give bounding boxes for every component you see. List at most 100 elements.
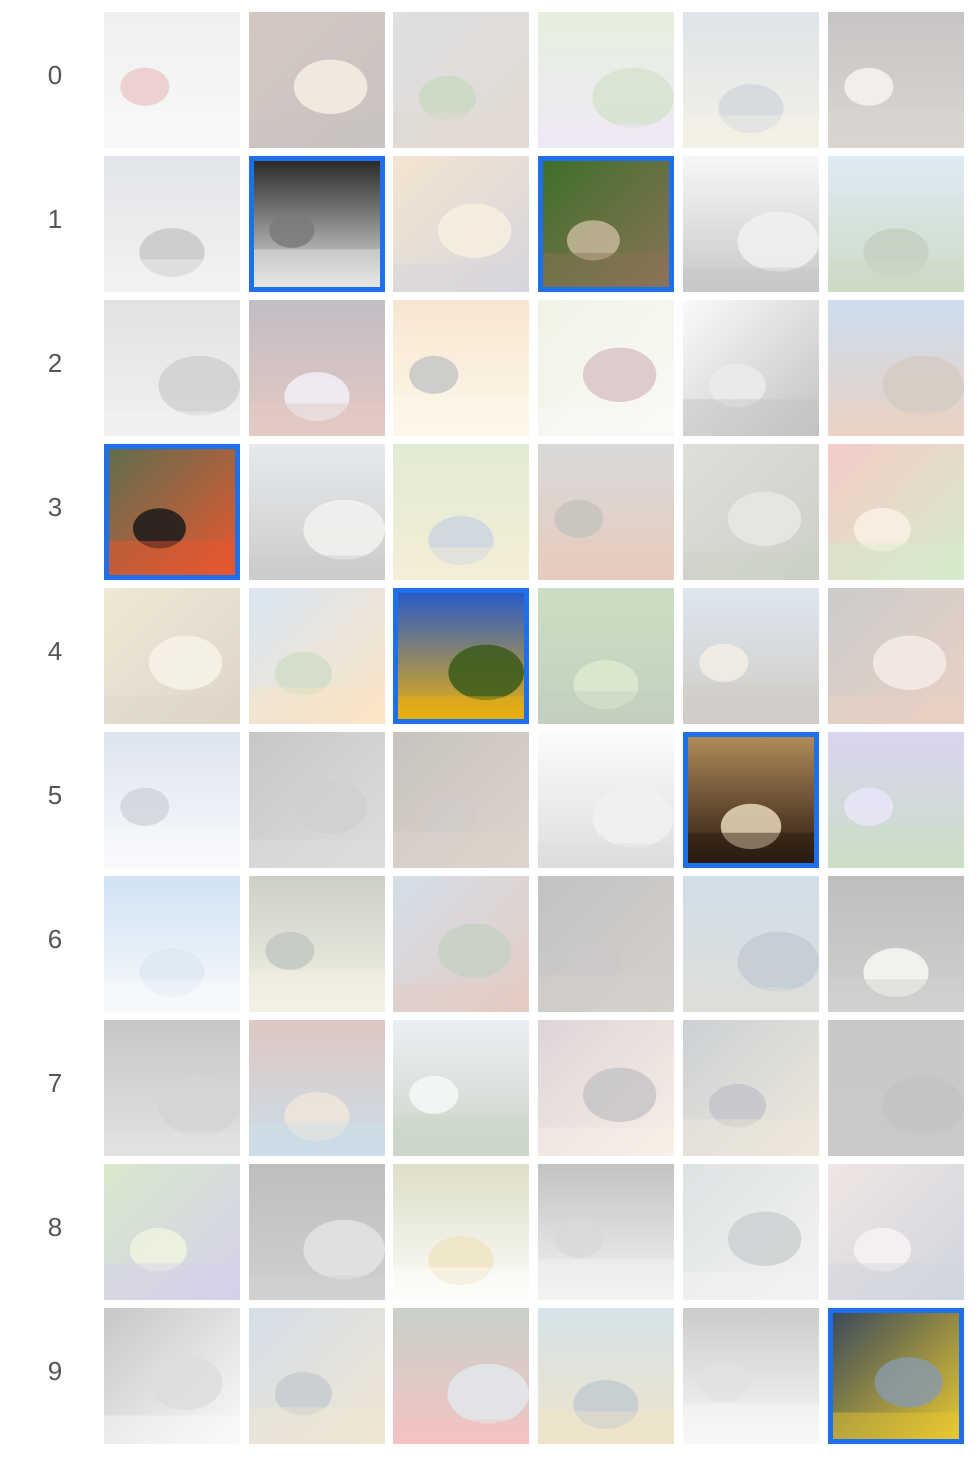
snowy-river-photo[interactable] xyxy=(104,732,240,868)
vines-photo[interactable] xyxy=(683,444,819,580)
photo-thumbnail xyxy=(538,876,674,1012)
brownie-camera-photo[interactable] xyxy=(683,732,819,868)
red-cliff-photo[interactable] xyxy=(828,300,964,436)
photo-thumbnail xyxy=(393,732,529,868)
photo-thumbnail xyxy=(104,300,240,436)
spider-web-photo[interactable] xyxy=(683,12,819,148)
photo-thumbnail xyxy=(683,1308,819,1444)
frozen-tower-photo[interactable] xyxy=(104,876,240,1012)
photo-thumbnail xyxy=(393,156,529,292)
photo-thumbnail xyxy=(538,588,674,724)
photo-thumbnail xyxy=(828,732,964,868)
heron-water-photo[interactable] xyxy=(683,1164,819,1300)
dark-cave-photo[interactable] xyxy=(538,876,674,1012)
stone-hut-photo[interactable] xyxy=(393,12,529,148)
row-label: 1 xyxy=(47,204,63,234)
photo-thumbnail xyxy=(104,732,240,868)
daisy-photo[interactable] xyxy=(393,1164,529,1300)
red-light-trails-photo[interactable] xyxy=(249,12,385,148)
sunflowers-photo[interactable] xyxy=(393,588,529,724)
green-trees-photo[interactable] xyxy=(538,588,674,724)
rock-wall-photo[interactable] xyxy=(393,732,529,868)
photo-thumbnail xyxy=(688,737,814,863)
feather-photo[interactable] xyxy=(538,732,674,868)
cicada-photo[interactable] xyxy=(538,444,674,580)
photo-thumbnail xyxy=(393,1020,529,1156)
red-building-photo[interactable] xyxy=(393,876,529,1012)
viaduct-photo[interactable] xyxy=(104,1020,240,1156)
street-couple-photo[interactable] xyxy=(538,1164,674,1300)
nebula-photo[interactable] xyxy=(249,300,385,436)
beach-huts-photo[interactable] xyxy=(249,1308,385,1444)
photo-thumbnail xyxy=(828,156,964,292)
yoga-pose-photo[interactable] xyxy=(683,156,819,292)
bear-tiger-photo[interactable] xyxy=(104,588,240,724)
glass-dome-photo[interactable] xyxy=(538,1308,674,1444)
city-street-aerial-photo[interactable] xyxy=(828,1308,964,1444)
photo-thumbnail xyxy=(249,1020,385,1156)
glasses-portrait-photo[interactable] xyxy=(683,1308,819,1444)
photo-thumbnail xyxy=(538,300,674,436)
row-label: 4 xyxy=(47,636,63,666)
railing-photo[interactable] xyxy=(683,300,819,436)
flamingo-photo[interactable] xyxy=(104,444,240,580)
old-house-photo[interactable] xyxy=(249,732,385,868)
sunlit-woods-photo[interactable] xyxy=(249,876,385,1012)
pier-photo[interactable] xyxy=(249,444,385,580)
photo-thumbnail xyxy=(828,12,964,148)
foggy-tree-photo[interactable] xyxy=(104,300,240,436)
misty-valley-photo[interactable] xyxy=(393,1020,529,1156)
row-label: 8 xyxy=(47,1212,63,1242)
photo-thumbnail xyxy=(249,444,385,580)
photo-thumbnail xyxy=(393,444,529,580)
photo-thumbnail xyxy=(683,156,819,292)
board-game-photo[interactable] xyxy=(393,444,529,580)
photo-thumbnail xyxy=(833,1313,959,1439)
photo-thumbnail xyxy=(828,444,964,580)
puddle-reflection-photo[interactable] xyxy=(683,1020,819,1156)
car-interior-photo[interactable] xyxy=(249,1164,385,1300)
row-label: 5 xyxy=(47,780,63,810)
photo-thumbnail xyxy=(828,1164,964,1300)
misty-wire-photo[interactable] xyxy=(104,12,240,148)
woman-sky-photo[interactable] xyxy=(104,156,240,292)
baby-owls-photo[interactable] xyxy=(538,156,674,292)
tiles-floor-photo[interactable] xyxy=(249,1020,385,1156)
photo-thumbnail xyxy=(538,1164,674,1300)
night-bus-stop-photo[interactable] xyxy=(828,876,964,1012)
beach-frame-photo[interactable] xyxy=(683,588,819,724)
white-peacock-photo[interactable] xyxy=(104,1308,240,1444)
photo-thumbnail xyxy=(249,732,385,868)
orange-sun-photo[interactable] xyxy=(393,300,529,436)
dark-blank-photo[interactable] xyxy=(828,1020,964,1156)
photo-thumbnail xyxy=(249,1164,385,1300)
photo-thumbnail xyxy=(254,161,380,287)
harbor-city-photo[interactable] xyxy=(828,1164,964,1300)
photo-thumbnail xyxy=(398,593,524,719)
photo-thumbnail xyxy=(249,300,385,436)
green-field-photo[interactable] xyxy=(828,156,964,292)
orange-poppies-photo[interactable] xyxy=(249,588,385,724)
rocky-coast-photo[interactable] xyxy=(683,876,819,1012)
row-label: 7 xyxy=(47,1068,63,1098)
dancing-couple-photo[interactable] xyxy=(249,156,385,292)
row-label: 0 xyxy=(47,60,63,90)
bluebell-woods-photo[interactable] xyxy=(104,1164,240,1300)
photo-thumbnail xyxy=(828,588,964,724)
photo-thumbnail xyxy=(104,12,240,148)
red-ferrari-photo[interactable] xyxy=(393,1308,529,1444)
purple-iris-photo[interactable] xyxy=(828,732,964,868)
photo-thumbnail xyxy=(393,1164,529,1300)
photo-thumbnail xyxy=(104,588,240,724)
white-orchids-photo[interactable] xyxy=(538,300,674,436)
photo-thumbnail xyxy=(683,588,819,724)
red-hair-woman-photo[interactable] xyxy=(828,588,964,724)
birthday-cake-photo[interactable] xyxy=(828,12,964,148)
sunset-lake-photo[interactable] xyxy=(393,156,529,292)
purple-flower-photo[interactable] xyxy=(538,12,674,148)
pebble-sunset-photo[interactable] xyxy=(538,1020,674,1156)
photo-thumbnail xyxy=(683,444,819,580)
photo-thumbnail xyxy=(828,1020,964,1156)
photo-thumbnail xyxy=(683,1164,819,1300)
candy-photo[interactable] xyxy=(828,444,964,580)
